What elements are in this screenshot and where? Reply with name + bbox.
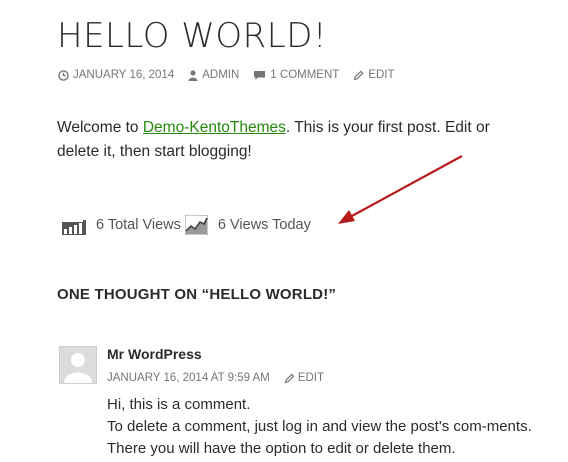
- arrow-annotation: [338, 155, 463, 224]
- comment-author[interactable]: Mr WordPress: [107, 346, 202, 362]
- comments-heading: ONE THOUGHT ON “HELLO WORLD!”: [57, 286, 337, 303]
- comment-datetime[interactable]: JANUARY 16, 2014 AT 9:59 AM: [107, 372, 270, 384]
- default-avatar-icon: [60, 347, 96, 383]
- comment-line: Hi, this is a comment.: [107, 396, 251, 413]
- comment-line: To delete a comment, just log in and vie…: [107, 418, 532, 457]
- pencil-icon: [284, 373, 295, 383]
- comment-body: Hi, this is a comment. To delete a comme…: [107, 394, 537, 460]
- comment-meta: JANUARY 16, 2014 AT 9:59 AM EDIT: [107, 372, 324, 384]
- comment-edit-link[interactable]: EDIT: [298, 372, 324, 384]
- avatar: [59, 346, 97, 384]
